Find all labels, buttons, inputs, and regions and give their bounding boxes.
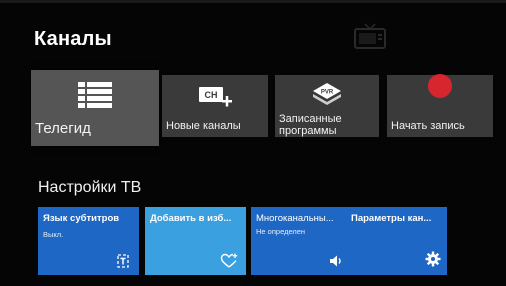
section-title-tv-settings: Настройки ТВ xyxy=(38,179,142,196)
card-multichannel-audio[interactable]: Многоканальны... Не определен xyxy=(251,207,352,275)
record-icon xyxy=(428,74,452,98)
card-title: Многоканальны... xyxy=(256,213,334,224)
tile-label-line1: Записанные xyxy=(279,113,342,125)
tile-new-channels[interactable]: CH Новые каналы xyxy=(162,75,268,137)
tile-label: Новые каналы xyxy=(166,120,241,132)
card-add-to-favorites[interactable]: Добавить в изб... xyxy=(145,207,246,275)
list-icon xyxy=(78,82,112,108)
channel-actions-row: Телегид CH Новые каналы PVR Записанные п… xyxy=(31,70,501,146)
card-channel-settings[interactable]: Параметры кан... xyxy=(346,207,447,275)
card-subtitle-language[interactable]: Язык субтитров Выкл. xyxy=(38,207,139,275)
speaker-icon xyxy=(330,255,341,267)
ch-badge: CH xyxy=(205,90,218,100)
tv-icon xyxy=(354,23,386,49)
card-title: Язык субтитров xyxy=(43,213,120,224)
tile-label: Начать запись xyxy=(391,120,465,132)
favorite-heart-icon xyxy=(220,253,238,268)
tile-label: Телегид xyxy=(35,120,91,137)
card-subtitle: Выкл. xyxy=(43,230,64,239)
tile-label-line2: программы xyxy=(279,125,337,137)
pvr-badge: PVR xyxy=(321,90,334,96)
tile-start-recording[interactable]: Начать запись xyxy=(387,74,493,137)
subtitle-icon xyxy=(117,254,129,268)
card-title: Параметры кан... xyxy=(351,213,432,224)
gear-icon xyxy=(425,251,441,267)
page-title: Каналы xyxy=(34,28,112,50)
add-channel-icon: CH xyxy=(199,87,232,107)
tile-recorded-programs[interactable]: PVR Записанные программы xyxy=(275,75,379,137)
card-title: Добавить в изб... xyxy=(150,213,232,224)
pvr-icon: PVR xyxy=(313,83,341,105)
tile-tv-guide[interactable]: Телегид xyxy=(31,70,159,146)
top-border xyxy=(0,0,506,3)
card-subtitle: Не определен xyxy=(256,227,306,236)
